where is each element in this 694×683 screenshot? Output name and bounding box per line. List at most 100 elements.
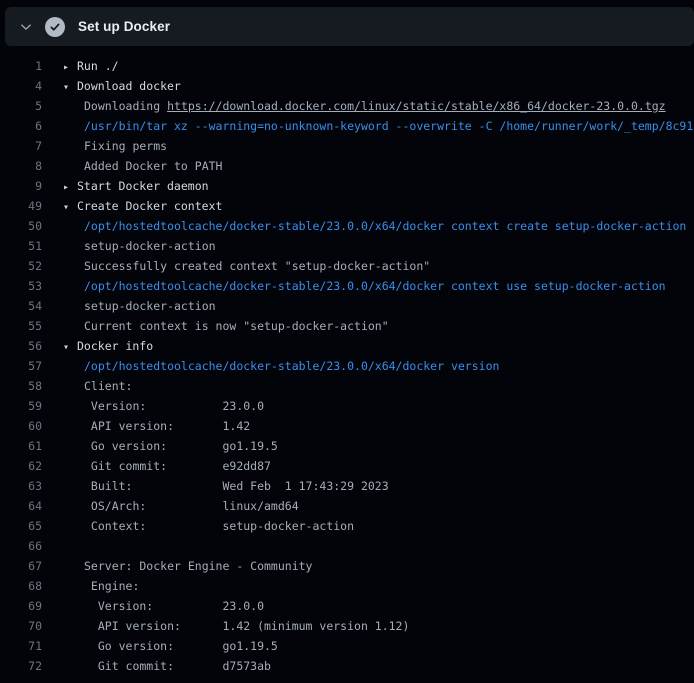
command-text: /usr/bin/tar xz --warning=no-unknown-key… bbox=[84, 119, 693, 133]
group-title[interactable]: Download docker bbox=[77, 79, 181, 93]
line-number[interactable]: 52 bbox=[0, 256, 42, 276]
line-number[interactable]: 65 bbox=[0, 516, 42, 536]
log-text: Git commit: e92dd87 bbox=[84, 459, 271, 473]
group-collapse-icon[interactable]: ▾ bbox=[63, 338, 70, 358]
line-number[interactable]: 55 bbox=[0, 316, 42, 336]
log-text: Current context is now "setup-docker-act… bbox=[84, 319, 389, 333]
log-line: 7 Fixing perms bbox=[0, 136, 694, 156]
log-text: Context: setup-docker-action bbox=[84, 519, 354, 533]
log-text: setup-docker-action bbox=[84, 299, 216, 313]
line-number[interactable]: 54 bbox=[0, 296, 42, 316]
log-line: 9 ▸ Start Docker daemon bbox=[0, 176, 694, 196]
group-collapse-icon[interactable]: ▾ bbox=[63, 198, 70, 218]
log-text: Added Docker to PATH bbox=[84, 159, 222, 173]
log-line: 66 bbox=[0, 536, 694, 556]
line-number[interactable]: 60 bbox=[0, 416, 42, 436]
line-number[interactable]: 9 bbox=[0, 176, 42, 196]
log-text: Version: 23.0.0 bbox=[84, 399, 264, 413]
log-line: 6/usr/bin/tar xz --warning=no-unknown-ke… bbox=[0, 116, 694, 136]
log-text: Downloading bbox=[84, 99, 167, 113]
line-number[interactable]: 66 bbox=[0, 536, 42, 556]
log-text: OS/Arch: linux/amd64 bbox=[84, 499, 299, 513]
log-line: 62 Git commit: e92dd87 bbox=[0, 456, 694, 476]
log-text: Go version: go1.19.5 bbox=[84, 439, 278, 453]
log-line: 64 OS/Arch: linux/amd64 bbox=[0, 496, 694, 516]
line-number[interactable]: 1 bbox=[0, 56, 42, 76]
line-number[interactable]: 4 bbox=[0, 76, 42, 96]
log-line: 5 Downloading https://download.docker.com… bbox=[0, 96, 694, 116]
log-text: Fixing perms bbox=[84, 139, 167, 153]
log-text: Version: 23.0.0 bbox=[84, 599, 264, 613]
line-number[interactable]: 49 bbox=[0, 196, 42, 216]
log-line: 65 Context: setup-docker-action bbox=[0, 516, 694, 536]
check-icon bbox=[45, 17, 65, 37]
log-line: 71 Go version: go1.19.5 bbox=[0, 636, 694, 656]
log-text: setup-docker-action bbox=[84, 239, 216, 253]
line-number[interactable]: 61 bbox=[0, 436, 42, 456]
line-number[interactable]: 62 bbox=[0, 456, 42, 476]
log-line: 54 setup-docker-action bbox=[0, 296, 694, 316]
log-text: Client: bbox=[84, 379, 132, 393]
line-number[interactable]: 67 bbox=[0, 556, 42, 576]
log-line: 58 Client: bbox=[0, 376, 694, 396]
log-line: 68 Engine: bbox=[0, 576, 694, 596]
group-title[interactable]: Start Docker daemon bbox=[77, 179, 209, 193]
log-line: 52 Successfully created context "setup-do… bbox=[0, 256, 694, 276]
log-line: 57/opt/hostedtoolcache/docker-stable/23.… bbox=[0, 356, 694, 376]
group-expand-icon[interactable]: ▸ bbox=[63, 58, 70, 78]
line-number[interactable]: 5 bbox=[0, 96, 42, 116]
log-line: 63 Built: Wed Feb 1 17:43:29 2023 bbox=[0, 476, 694, 496]
log-line: 53/opt/hostedtoolcache/docker-stable/23.… bbox=[0, 276, 694, 296]
log-link[interactable]: https://download.docker.com/linux/static… bbox=[167, 99, 666, 113]
log-line: 69 Version: 23.0.0 bbox=[0, 596, 694, 616]
group-title[interactable]: Docker info bbox=[77, 339, 153, 353]
command-text: /opt/hostedtoolcache/docker-stable/23.0.… bbox=[84, 359, 499, 373]
line-number[interactable]: 53 bbox=[0, 276, 42, 296]
group-title[interactable]: Run ./ bbox=[77, 59, 119, 73]
line-number[interactable]: 68 bbox=[0, 576, 42, 596]
step-title: Set up Docker bbox=[78, 19, 170, 34]
line-number[interactable]: 63 bbox=[0, 476, 42, 496]
line-number[interactable]: 72 bbox=[0, 656, 42, 676]
log-line: 55 Current context is now "setup-docker-a… bbox=[0, 316, 694, 336]
log-line: 56 ▾ Docker info bbox=[0, 336, 694, 356]
log-text: API version: 1.42 bbox=[84, 419, 250, 433]
line-number[interactable]: 7 bbox=[0, 136, 42, 156]
line-number[interactable]: 51 bbox=[0, 236, 42, 256]
log-text: Built: Wed Feb 1 17:43:29 2023 bbox=[84, 479, 389, 493]
log-text: Successfully created context "setup-dock… bbox=[84, 259, 430, 273]
group-collapse-icon[interactable]: ▾ bbox=[63, 78, 70, 98]
step-header[interactable]: Set up Docker bbox=[5, 7, 694, 46]
log-line: 61 Go version: go1.19.5 bbox=[0, 436, 694, 456]
log-text: Go version: go1.19.5 bbox=[84, 639, 278, 653]
line-number[interactable]: 69 bbox=[0, 596, 42, 616]
log-line: 72 Git commit: d7573ab bbox=[0, 656, 694, 676]
log-line: 70 API version: 1.42 (minimum version 1.… bbox=[0, 616, 694, 636]
log-text: Engine: bbox=[84, 579, 139, 593]
line-number[interactable]: 71 bbox=[0, 636, 42, 656]
line-number[interactable]: 59 bbox=[0, 396, 42, 416]
log-line: 67 Server: Docker Engine - Community bbox=[0, 556, 694, 576]
log-line: 1 ▸ Run ./ bbox=[0, 56, 694, 76]
line-number[interactable]: 6 bbox=[0, 116, 42, 136]
chevron-down-icon[interactable] bbox=[19, 20, 33, 34]
line-number[interactable]: 50 bbox=[0, 216, 42, 236]
line-number[interactable]: 64 bbox=[0, 496, 42, 516]
log-text: Server: Docker Engine - Community bbox=[84, 559, 312, 573]
log-text: Git commit: d7573ab bbox=[84, 659, 271, 673]
group-expand-icon[interactable]: ▸ bbox=[63, 178, 70, 198]
log-rows: 1 ▸ Run ./ 4 ▾ Download docker 5 Downloading ht… bbox=[0, 56, 694, 676]
line-number[interactable]: 70 bbox=[0, 616, 42, 636]
log-line: 51 setup-docker-action bbox=[0, 236, 694, 256]
log-line: 49 ▾ Create Docker context bbox=[0, 196, 694, 216]
line-number[interactable]: 57 bbox=[0, 356, 42, 376]
log-line: 50/opt/hostedtoolcache/docker-stable/23.… bbox=[0, 216, 694, 236]
line-number[interactable]: 58 bbox=[0, 376, 42, 396]
group-title[interactable]: Create Docker context bbox=[77, 199, 222, 213]
line-number[interactable]: 8 bbox=[0, 156, 42, 176]
line-number[interactable]: 56 bbox=[0, 336, 42, 356]
log-line: 4 ▾ Download docker bbox=[0, 76, 694, 96]
command-text: /opt/hostedtoolcache/docker-stable/23.0.… bbox=[84, 279, 666, 293]
log-line: 60 API version: 1.42 bbox=[0, 416, 694, 436]
log-text: API version: 1.42 (minimum version 1.12) bbox=[84, 619, 409, 633]
